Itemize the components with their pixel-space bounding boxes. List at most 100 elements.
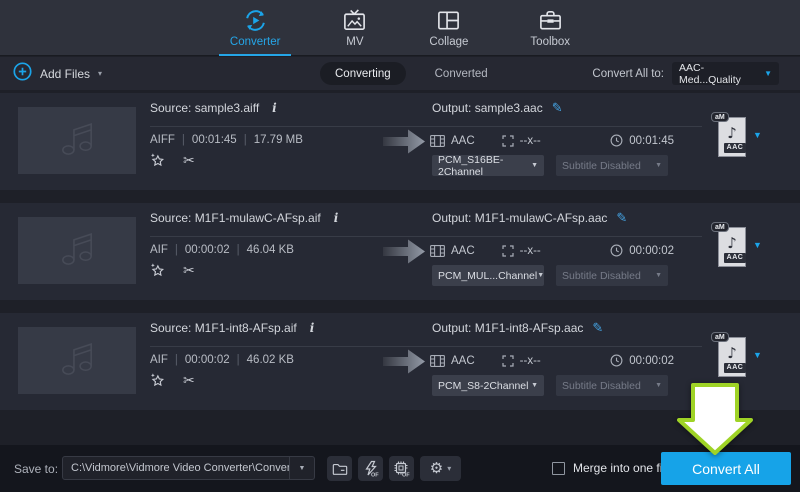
save-to-label: Save to:	[14, 462, 58, 476]
audio-thumbnail	[18, 107, 136, 174]
subtitle-caret-icon: ▼	[655, 162, 662, 169]
add-files-label: Add Files	[40, 67, 90, 81]
source-meta: AIF | 00:00:02 | 46.02 KB	[150, 354, 294, 366]
source-duration: 00:01:45	[192, 134, 237, 146]
output-filename-text: Output: sample3.aac	[432, 101, 543, 115]
output-duration-group: 00:01:45	[610, 134, 674, 147]
format-picker-caret-icon[interactable]: ▼	[753, 350, 762, 360]
source-format: AIFF	[150, 134, 175, 146]
media-format-icon	[430, 245, 445, 257]
output-format-file-icon[interactable]: aM ♪ AAC	[716, 222, 750, 270]
subtitle-dropdown[interactable]: Subtitle Disabled ▼	[556, 375, 668, 396]
format-picker-caret-icon[interactable]: ▼	[753, 240, 762, 250]
output-dimensions-value: --x--	[520, 245, 541, 257]
tab-mv-label: MV	[346, 36, 363, 48]
audio-profile-dropdown[interactable]: PCM_S8-2Channel ▼	[432, 375, 544, 396]
source-size: 46.02 KB	[247, 354, 294, 366]
gpu-acceleration-button[interactable]: OFF	[389, 456, 414, 481]
source-filename: Source: sample3.aiff i	[150, 101, 279, 115]
output-filename: Output: M1F1-mulawC-AFsp.aac ✎	[432, 211, 627, 225]
tab-toolbox[interactable]: Toolbox	[516, 0, 584, 56]
tab-mv[interactable]: MV	[328, 0, 381, 56]
output-dimensions-group: --x--	[502, 245, 541, 257]
add-plus-icon	[13, 62, 32, 86]
cut-icon[interactable]: ✂	[183, 264, 195, 278]
source-filename: Source: M1F1-int8-AFsp.aif i	[150, 321, 316, 335]
info-icon[interactable]: i	[308, 321, 317, 335]
output-filename-text: Output: M1F1-mulawC-AFsp.aac	[432, 211, 607, 225]
source-duration: 00:00:02	[185, 354, 230, 366]
tab-converting[interactable]: Converting	[320, 62, 406, 85]
source-meta: AIFF | 00:01:45 | 17.79 MB	[150, 134, 303, 146]
source-filename: Source: M1F1-mulawC-AFsp.aif i	[150, 211, 340, 225]
tab-converted[interactable]: Converted	[435, 68, 488, 80]
folder-icon	[332, 462, 348, 476]
convert-flow-arrow-icon	[383, 348, 425, 380]
info-icon[interactable]: i	[332, 211, 341, 225]
effect-edit-icon[interactable]	[149, 152, 166, 169]
audio-profile-caret-icon: ▼	[537, 272, 544, 279]
effect-edit-icon[interactable]	[149, 372, 166, 389]
audio-profile-value: PCM_MUL...Channel	[438, 270, 537, 282]
audio-thumbnail	[18, 217, 136, 284]
file-type-label: AAC	[724, 363, 746, 373]
music-note-icon	[54, 225, 100, 276]
merge-checkbox[interactable]	[552, 462, 565, 475]
tab-toolbox-label: Toolbox	[530, 36, 570, 48]
tab-collage-label: Collage	[429, 36, 468, 48]
merge-into-one-file-option[interactable]: Merge into one file	[552, 461, 672, 475]
add-files-caret-icon: ▾	[98, 69, 102, 78]
save-path-caret-icon[interactable]: ▼	[289, 457, 314, 479]
cut-icon[interactable]: ✂	[183, 154, 195, 168]
resolution-icon	[502, 135, 514, 147]
effect-edit-icon[interactable]	[149, 262, 166, 279]
settings-caret-icon: ▾	[447, 464, 451, 473]
row-tools: ✂	[149, 262, 195, 279]
media-format-icon	[430, 355, 445, 367]
row-divider	[150, 126, 702, 127]
subtitle-value: Subtitle Disabled	[562, 380, 641, 392]
output-dimensions-value: --x--	[520, 135, 541, 147]
audio-profile-dropdown[interactable]: PCM_MUL...Channel ▼	[432, 265, 544, 286]
save-path-dropdown[interactable]: C:\Vidmore\Vidmore Video Converter\Conve…	[62, 456, 315, 480]
file-page-icon: ♪ AAC	[718, 337, 746, 377]
audio-profile-dropdown[interactable]: PCM_S16BE-2Channel ▼	[432, 155, 544, 176]
source-size: 17.79 MB	[254, 134, 303, 146]
output-format-file-icon[interactable]: aM ♪ AAC	[716, 112, 750, 160]
collage-icon	[436, 8, 461, 33]
subtitle-value: Subtitle Disabled	[562, 270, 641, 282]
file-toolbar: Add Files ▾ Converting Converted Convert…	[0, 57, 800, 90]
gear-icon: ⚙	[430, 461, 443, 476]
output-filename: Output: sample3.aac ✎	[432, 101, 563, 115]
subtitle-caret-icon: ▼	[655, 382, 662, 389]
subtitle-dropdown[interactable]: Subtitle Disabled ▼	[556, 155, 668, 176]
music-note-icon	[54, 335, 100, 386]
clock-icon	[610, 134, 623, 147]
tab-collage[interactable]: Collage	[415, 0, 482, 56]
rename-pencil-icon[interactable]: ✎	[616, 212, 627, 225]
convert-all-to-group: Convert All to: AAC-Med...Quality ▼	[592, 57, 779, 90]
cut-icon[interactable]: ✂	[183, 374, 195, 388]
hardware-acceleration-button[interactable]: OFF	[358, 456, 383, 481]
rename-pencil-icon[interactable]: ✎	[592, 322, 603, 335]
svg-text:OFF: OFF	[371, 473, 379, 478]
subtitle-dropdown[interactable]: Subtitle Disabled ▼	[556, 265, 668, 286]
converter-icon	[243, 8, 268, 33]
rename-pencil-icon[interactable]: ✎	[552, 102, 563, 115]
row-tools: ✂	[149, 152, 195, 169]
format-picker-caret-icon[interactable]: ▼	[753, 130, 762, 140]
add-files-button[interactable]: Add Files ▾	[13, 57, 102, 90]
output-format-file-icon[interactable]: aM ♪ AAC	[716, 332, 750, 380]
info-icon[interactable]: i	[270, 101, 279, 115]
convert-all-to-dropdown[interactable]: AAC-Med...Quality ▼	[672, 62, 779, 85]
subtitle-value: Subtitle Disabled	[562, 160, 641, 172]
audio-profile-value: PCM_S16BE-2Channel	[438, 154, 531, 178]
settings-button[interactable]: ⚙ ▾	[420, 456, 461, 481]
open-folder-button[interactable]	[327, 456, 352, 481]
clock-icon	[610, 354, 623, 367]
output-meta: AAC --x-- 00:01:45	[430, 134, 674, 147]
audio-thumbnail	[18, 327, 136, 394]
tab-converter[interactable]: Converter	[216, 0, 295, 56]
file-row: Source: sample3.aiff i AIFF | 00:01:45 |…	[0, 93, 800, 190]
output-duration-value: 00:01:45	[629, 135, 674, 147]
